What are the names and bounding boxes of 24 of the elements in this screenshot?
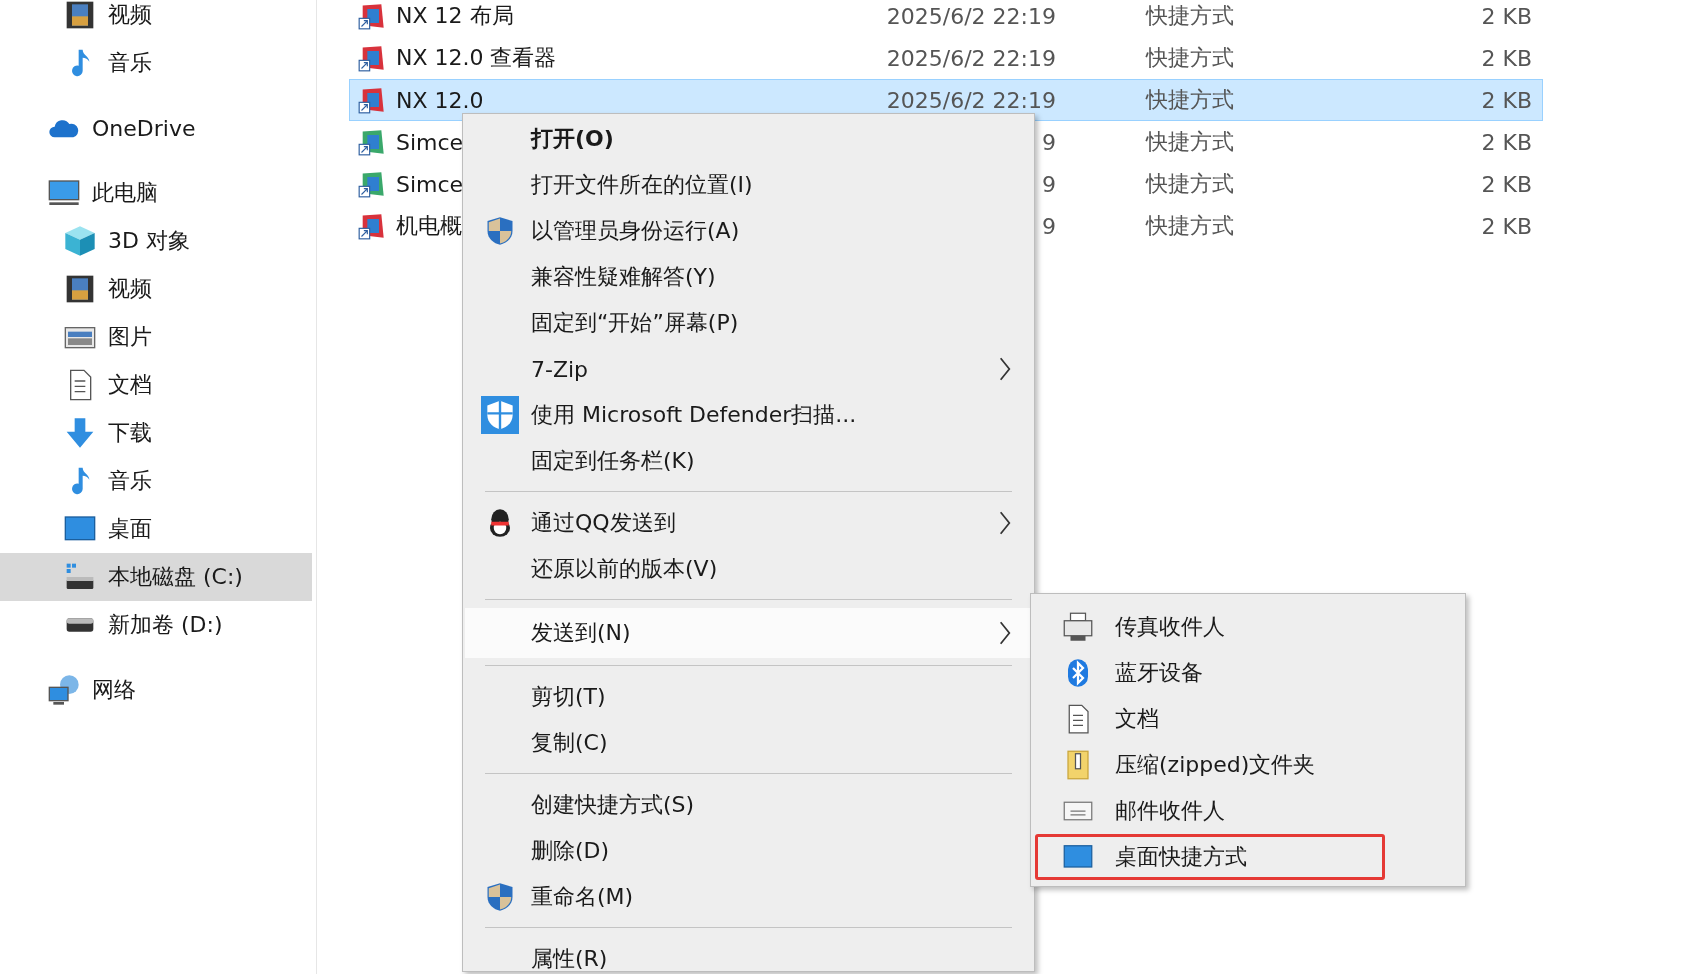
file-size: 2 KB [1480, 87, 1533, 113]
file-name: NX 12.0 [396, 87, 484, 113]
file-type: 快捷方式 [1146, 128, 1235, 156]
modified-date: 2025/6/2 22:19 [885, 87, 1056, 113]
file-type: 快捷方式 [1146, 170, 1235, 198]
modified-date: 9 [1041, 213, 1056, 239]
file-name: NX 12.0 查看器 [396, 45, 557, 70]
file-type: 快捷方式 [1146, 212, 1235, 240]
file-size: 2 KB [1480, 3, 1533, 29]
modified-date: 9 [1041, 171, 1056, 197]
file-name: Simce [396, 129, 464, 155]
file-size: 2 KB [1480, 129, 1533, 155]
file-name: 机电概 [396, 213, 462, 238]
file-type: 快捷方式 [1146, 44, 1235, 72]
file-size: 2 KB [1480, 213, 1533, 239]
file-name: Simce [396, 171, 464, 197]
modified-date: 9 [1041, 129, 1056, 155]
modified-date: 2025/6/2 22:19 [885, 3, 1056, 29]
file-size: 2 KB [1480, 171, 1533, 197]
modified-date: 2025/6/2 22:19 [885, 45, 1056, 71]
file-type: 快捷方式 [1146, 2, 1235, 30]
file-name: NX 12 布局 [396, 3, 514, 28]
file-type: 快捷方式 [1146, 86, 1235, 114]
file-size: 2 KB [1480, 45, 1533, 71]
